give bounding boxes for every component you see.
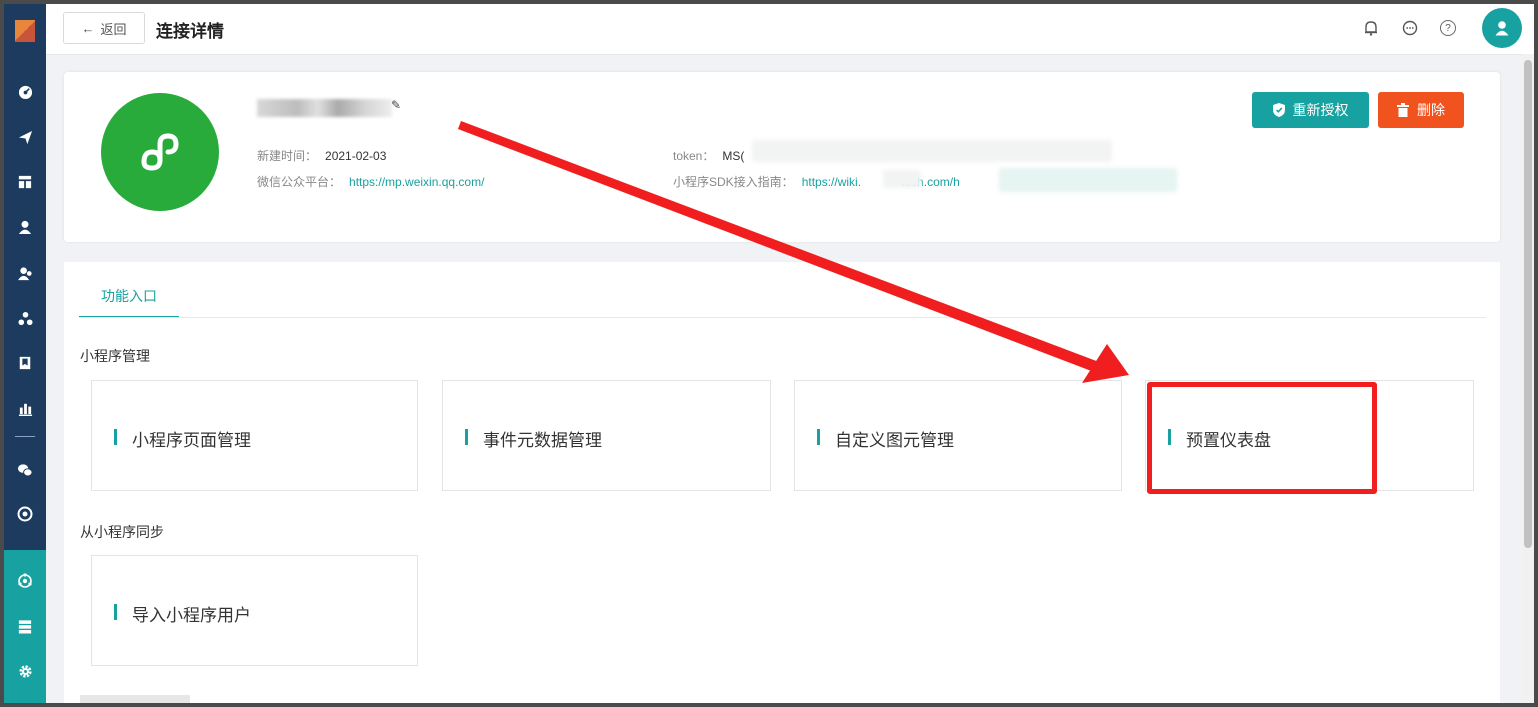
app-window: ← 返回 连接详情 ? ✎ 新建时间： 2021-02-03 微信公众平台： h… — [4, 4, 1534, 703]
annotation-arrow-icon — [458, 121, 1129, 383]
